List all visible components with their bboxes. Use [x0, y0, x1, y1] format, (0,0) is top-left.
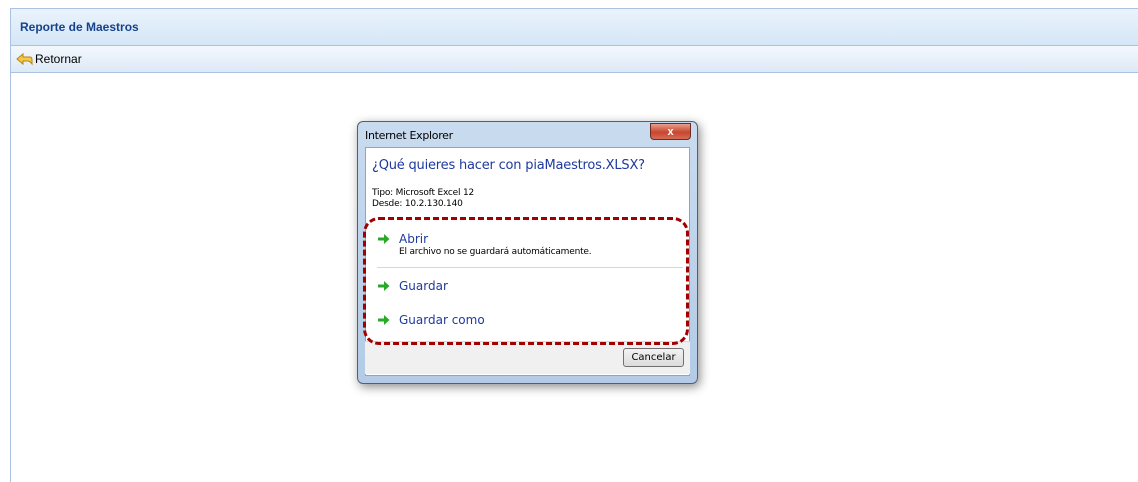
panel-header: Reporte de Maestros	[11, 9, 1138, 46]
close-icon: x	[667, 125, 674, 138]
dialog-question: ¿Qué quieres hacer con piaMaestros.XLSX?	[372, 158, 645, 173]
return-icon	[15, 51, 33, 67]
option-save[interactable]: Guardar	[377, 279, 683, 293]
download-dialog: Internet Explorer x ¿Qué quieres hacer c…	[357, 121, 698, 384]
dialog-footer: Cancelar	[365, 341, 690, 374]
toolbar: Retornar	[11, 46, 1138, 73]
option-label: Abrir	[399, 232, 429, 246]
option-label: Guardar como	[399, 313, 485, 327]
dialog-title: Internet Explorer	[365, 129, 453, 142]
cancel-button[interactable]: Cancelar	[623, 348, 684, 367]
green-arrow-icon	[378, 234, 390, 244]
option-divider	[377, 267, 683, 268]
dialog-titlebar: Internet Explorer x	[358, 122, 697, 146]
return-button[interactable]: Retornar	[11, 51, 82, 67]
green-arrow-icon	[378, 281, 390, 291]
option-label: Guardar	[399, 279, 448, 293]
green-arrow-icon	[378, 315, 390, 325]
option-description: El archivo no se guardará automáticament…	[399, 247, 592, 257]
file-source: Desde: 10.2.130.140	[372, 199, 463, 209]
file-type: Tipo: Microsoft Excel 12	[372, 188, 475, 198]
option-open[interactable]: Abrir El archivo no se guardará automáti…	[377, 232, 683, 257]
return-label: Retornar	[35, 52, 82, 66]
close-button[interactable]: x	[650, 123, 691, 140]
panel-title: Reporte de Maestros	[20, 20, 139, 34]
option-save-as[interactable]: Guardar como	[377, 313, 683, 327]
